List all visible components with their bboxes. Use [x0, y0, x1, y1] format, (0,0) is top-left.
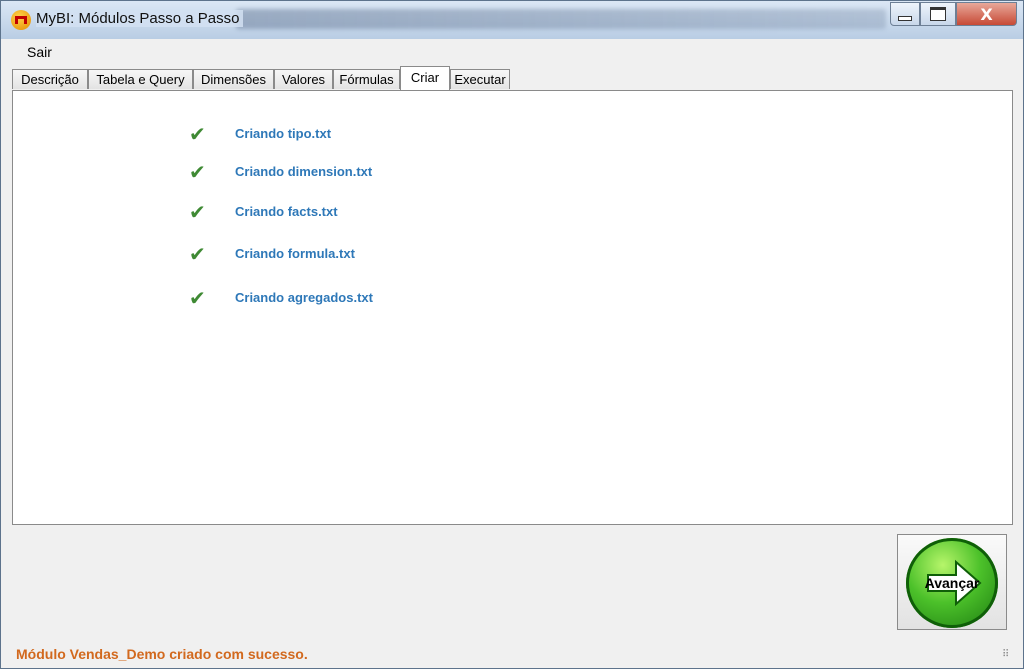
maximize-button[interactable] — [920, 2, 956, 26]
task-label: Criando tipo.txt — [235, 126, 332, 141]
tab-criar[interactable]: Criar — [400, 66, 450, 90]
checkmark-icon: ✔ — [189, 286, 206, 310]
checkmark-icon: ✔ — [189, 160, 206, 184]
maximize-icon — [930, 7, 946, 21]
task-label: Criando dimension.txt — [235, 164, 373, 179]
next-button-circle: Avançar — [906, 538, 998, 628]
close-button[interactable]: X — [956, 2, 1017, 26]
tab-dimensoes[interactable]: Dimensões — [193, 69, 274, 89]
tab-valores[interactable]: Valores — [274, 69, 333, 89]
tab-tabela-query[interactable]: Tabela e Query — [88, 69, 193, 89]
resize-grip-icon[interactable]: ⠿ — [1002, 649, 1009, 660]
mybi-logo-icon — [11, 10, 31, 30]
minimize-button[interactable] — [890, 2, 920, 26]
title-bar[interactable]: MyBI: Módulos Passo a Passo X — [1, 1, 1023, 39]
checkmark-icon: ✔ — [189, 242, 206, 266]
next-button[interactable]: Avançar — [897, 534, 1007, 630]
close-icon: X — [980, 4, 993, 24]
tab-formulas[interactable]: Fórmulas — [333, 69, 400, 89]
status-message: Módulo Vendas_Demo criado com sucesso. — [16, 646, 308, 662]
task-label: Criando facts.txt — [235, 204, 338, 219]
tab-executar[interactable]: Executar — [450, 69, 510, 89]
window-title: MyBI: Módulos Passo a Passo — [36, 10, 244, 27]
checkmark-icon: ✔ — [189, 200, 206, 224]
menu-bar: Sair — [9, 39, 1015, 65]
minimize-icon — [898, 16, 912, 21]
tab-descricao[interactable]: Descrição — [12, 69, 88, 89]
app-window: MyBI: Módulos Passo a Passo X Sair Descr… — [0, 0, 1024, 669]
tab-content-criar: ✔ Criando tipo.txt ✔ Criando dimension.t… — [12, 90, 1013, 525]
menu-item-sair[interactable]: Sair — [27, 44, 52, 60]
next-button-label: Avançar — [924, 575, 980, 591]
task-label: Criando agregados.txt — [235, 290, 373, 305]
task-label: Criando formula.txt — [235, 246, 355, 261]
checkmark-icon: ✔ — [189, 122, 206, 146]
background-blur — [236, 9, 886, 29]
